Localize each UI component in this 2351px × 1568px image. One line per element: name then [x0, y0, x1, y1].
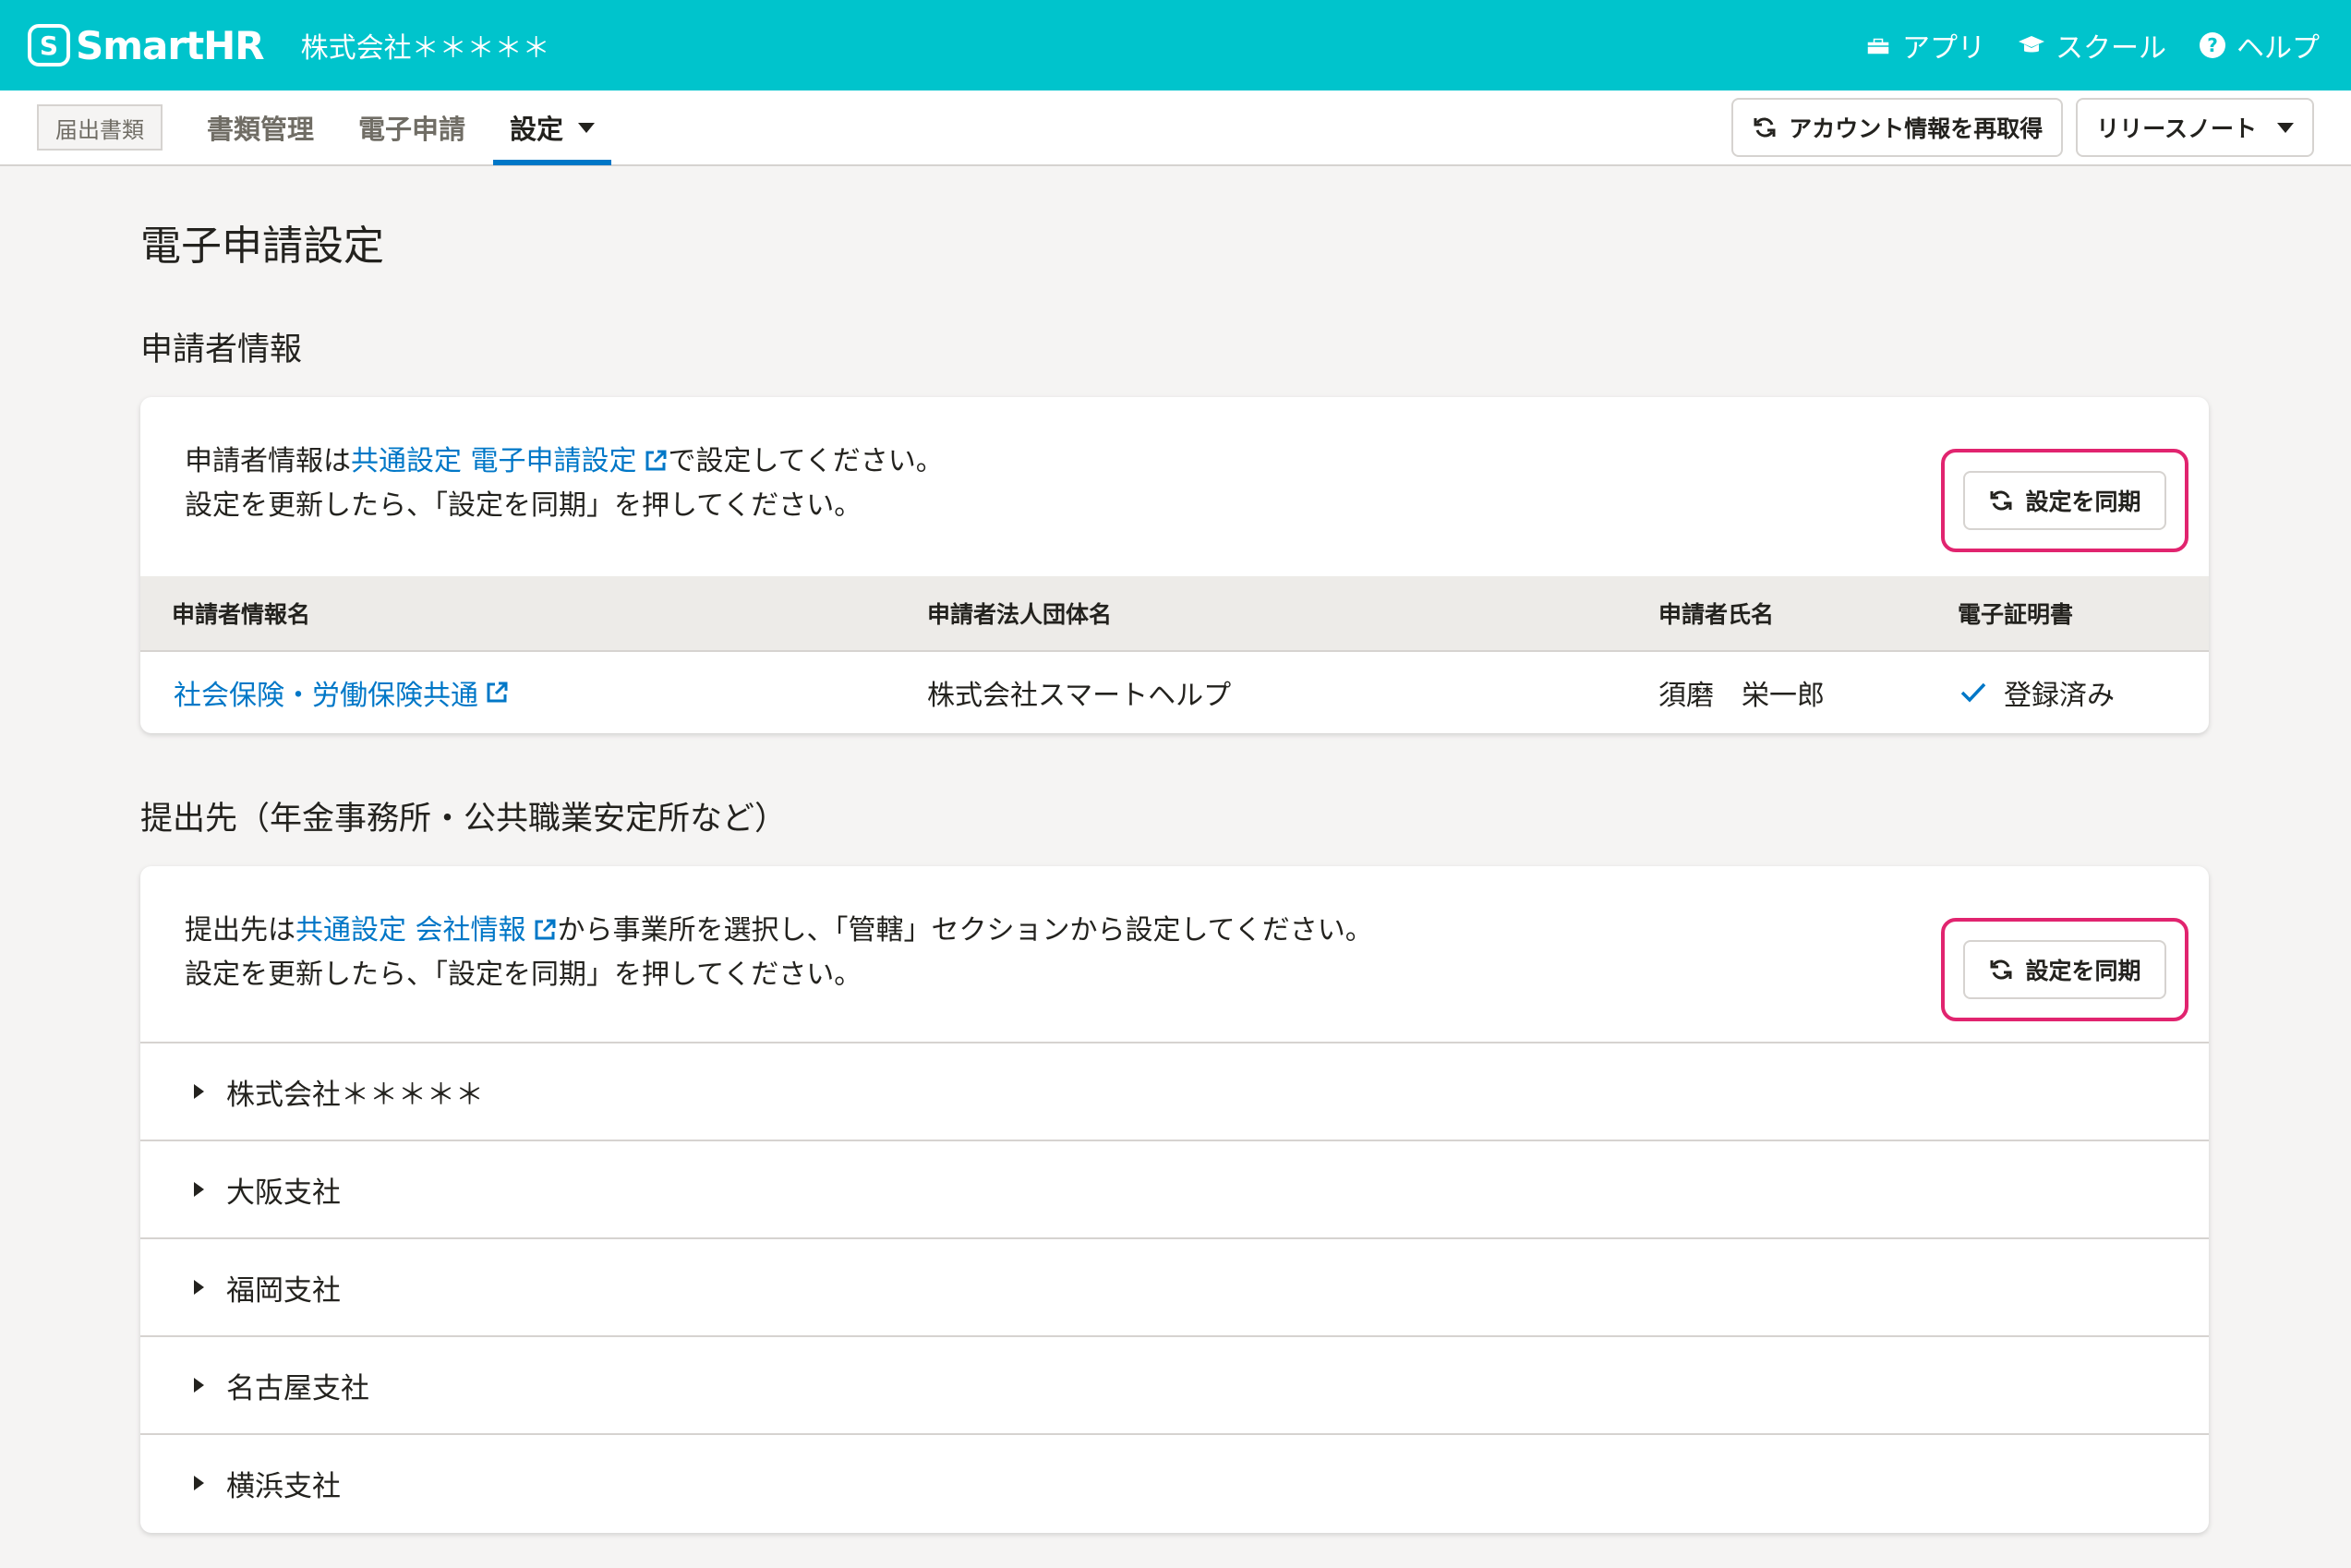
- subnav-actions: アカウント情報を再取得 リリースノート: [1731, 98, 2314, 157]
- external-link-icon: [535, 919, 556, 940]
- external-link-icon: [487, 681, 508, 703]
- applicant-section-title: 申請者情報: [140, 332, 303, 368]
- caret-right-icon: [194, 1378, 204, 1393]
- corp-name: 株式会社スマートヘルプ: [927, 680, 1232, 712]
- refresh-icon: [1990, 490, 2012, 511]
- caret-right-icon: [194, 1182, 204, 1197]
- sync-label: 設定を同期: [2025, 958, 2141, 984]
- top-header: S SmartHR 株式会社＊＊＊＊＊ アプリ スクール ? ヘルプ: [0, 0, 2351, 90]
- apps-label: アプリ: [1902, 32, 1985, 65]
- header-links: アプリ スクール ? ヘルプ: [1863, 0, 2320, 90]
- external-link-icon: [645, 450, 667, 471]
- applicant-info-link[interactable]: 社会保険・労働保険共通: [174, 652, 510, 733]
- graduation-cap-icon: [2019, 36, 2044, 53]
- certificate-label: 登録済み: [2004, 680, 2115, 712]
- release-notes-label: リリースノート: [2096, 115, 2257, 142]
- school-label: スクール: [2056, 32, 2166, 65]
- smarthr-logo[interactable]: S SmartHR: [28, 22, 265, 68]
- desc-text: から事業所を選択し、「管轄」セクションから設定してください。: [557, 914, 1373, 947]
- refresh-icon: [1754, 117, 1776, 138]
- office-name: 大阪支社: [226, 1176, 341, 1210]
- link-label: 共通設定 電子申請設定: [351, 445, 637, 477]
- destination-section-title: 提出先（年金事務所・公共職業安定所など）: [140, 801, 788, 838]
- desc-text: で設定してください。: [668, 445, 944, 477]
- column-header: 電子証明書: [1958, 601, 2074, 628]
- destination-card: 提出先は共通設定 会社情報 から事業所を選択し、「管轄」セクションから設定してくだ…: [140, 866, 2209, 1533]
- tenant-name: 株式会社＊＊＊＊＊: [300, 32, 550, 65]
- link-label: 共通設定 会社情報: [295, 914, 526, 947]
- office-name: 株式会社＊＊＊＊＊: [226, 1078, 484, 1112]
- office-name: 名古屋支社: [226, 1371, 369, 1405]
- caret-right-icon: [194, 1084, 204, 1099]
- column-header: 申請者法人団体名: [927, 601, 1113, 628]
- app-badge: 届出書類: [37, 104, 163, 151]
- logo-text: SmartHR: [76, 22, 265, 68]
- caret-right-icon: [194, 1476, 204, 1490]
- help-circle-icon: ?: [2200, 32, 2225, 58]
- applicant-desc-line1: 申請者情報は共通設定 電子申請設定 で設定してください。: [185, 440, 944, 484]
- check-icon: [1960, 682, 1986, 703]
- chevron-down-icon: [578, 122, 596, 133]
- person-name: 須磨 栄一郎: [1658, 680, 1825, 712]
- apps-icon: [1866, 37, 1890, 55]
- common-settings-company-link[interactable]: 共通設定 会社情報: [295, 914, 558, 947]
- office-accordion-item[interactable]: 株式会社＊＊＊＊＊: [140, 1042, 2209, 1140]
- destination-desc-line1: 提出先は共通設定 会社情報 から事業所を選択し、「管轄」セクションから設定してくだ…: [185, 909, 1373, 953]
- apps-link[interactable]: アプリ: [1863, 25, 1985, 66]
- tab-electronic-application[interactable]: 電子申請: [358, 90, 465, 165]
- certificate-status: 登録済み: [1959, 652, 2115, 733]
- applicant-sync-button[interactable]: 設定を同期: [1963, 471, 2166, 530]
- applicant-desc-line2: 設定を更新したら、「設定を同期」を押してください。: [185, 489, 862, 522]
- office-name: 福岡支社: [226, 1273, 341, 1308]
- destination-desc-line2: 設定を更新したら、「設定を同期」を押してください。: [185, 959, 862, 991]
- sync-label: 設定を同期: [2025, 488, 2141, 515]
- office-accordion-item[interactable]: 大阪支社: [140, 1140, 2209, 1237]
- help-label: ヘルプ: [2236, 32, 2320, 65]
- tab-settings-label: 設定: [510, 114, 564, 145]
- office-accordion-item[interactable]: 名古屋支社: [140, 1335, 2209, 1433]
- release-notes-button[interactable]: リリースノート: [2076, 98, 2314, 157]
- column-header: 申請者氏名: [1658, 601, 1775, 628]
- refresh-account-button[interactable]: アカウント情報を再取得: [1731, 98, 2064, 157]
- office-accordion-item[interactable]: 横浜支社: [140, 1433, 2209, 1531]
- tab-document-management[interactable]: 書類管理: [207, 90, 314, 165]
- tab-settings[interactable]: 設定: [493, 90, 612, 165]
- applicant-table-header: 申請者情報名 申請者法人団体名 申請者氏名 電子証明書: [140, 576, 2209, 652]
- applicant-card: 申請者情報は共通設定 電子申請設定 で設定してください。 設定を更新したら、「設定…: [140, 397, 2209, 733]
- office-accordion-item[interactable]: 福岡支社: [140, 1237, 2209, 1335]
- school-link[interactable]: スクール: [2017, 25, 2166, 66]
- destination-description: 提出先は共通設定 会社情報 から事業所を選択し、「管轄」セクションから設定してくだ…: [185, 909, 1373, 997]
- link-label: 社会保険・労働保険共通: [174, 680, 478, 712]
- caret-right-icon: [194, 1280, 204, 1295]
- common-settings-application-link[interactable]: 共通設定 電子申請設定: [351, 445, 669, 477]
- refresh-account-label: アカウント情報を再取得: [1789, 115, 2044, 142]
- destination-sync-button[interactable]: 設定を同期: [1963, 940, 2166, 999]
- applicant-description: 申請者情報は共通設定 電子申請設定 で設定してください。 設定を更新したら、「設定…: [185, 440, 944, 528]
- sync-highlight: 設定を同期: [1941, 918, 2188, 1021]
- svg-text:?: ?: [2207, 34, 2218, 56]
- table-row: 社会保険・労働保険共通 株式会社スマートヘルプ 須磨 栄一郎 登録済み: [140, 652, 2209, 733]
- help-link[interactable]: ? ヘルプ: [2198, 25, 2320, 66]
- column-header: 申請者情報名: [172, 601, 311, 628]
- chevron-down-icon: [2277, 122, 2294, 133]
- logo-mark-icon: S: [28, 24, 70, 66]
- desc-text: 提出先は: [185, 914, 295, 947]
- sub-navigation: 届出書類 書類管理 電子申請 設定 アカウント情報を再取得 リリースノート: [0, 90, 2351, 166]
- refresh-icon: [1990, 959, 2012, 980]
- page-title: 電子申請設定: [140, 223, 384, 270]
- sync-highlight: 設定を同期: [1941, 449, 2188, 552]
- desc-text: 申請者情報は: [185, 445, 351, 477]
- office-name: 横浜支社: [226, 1469, 341, 1503]
